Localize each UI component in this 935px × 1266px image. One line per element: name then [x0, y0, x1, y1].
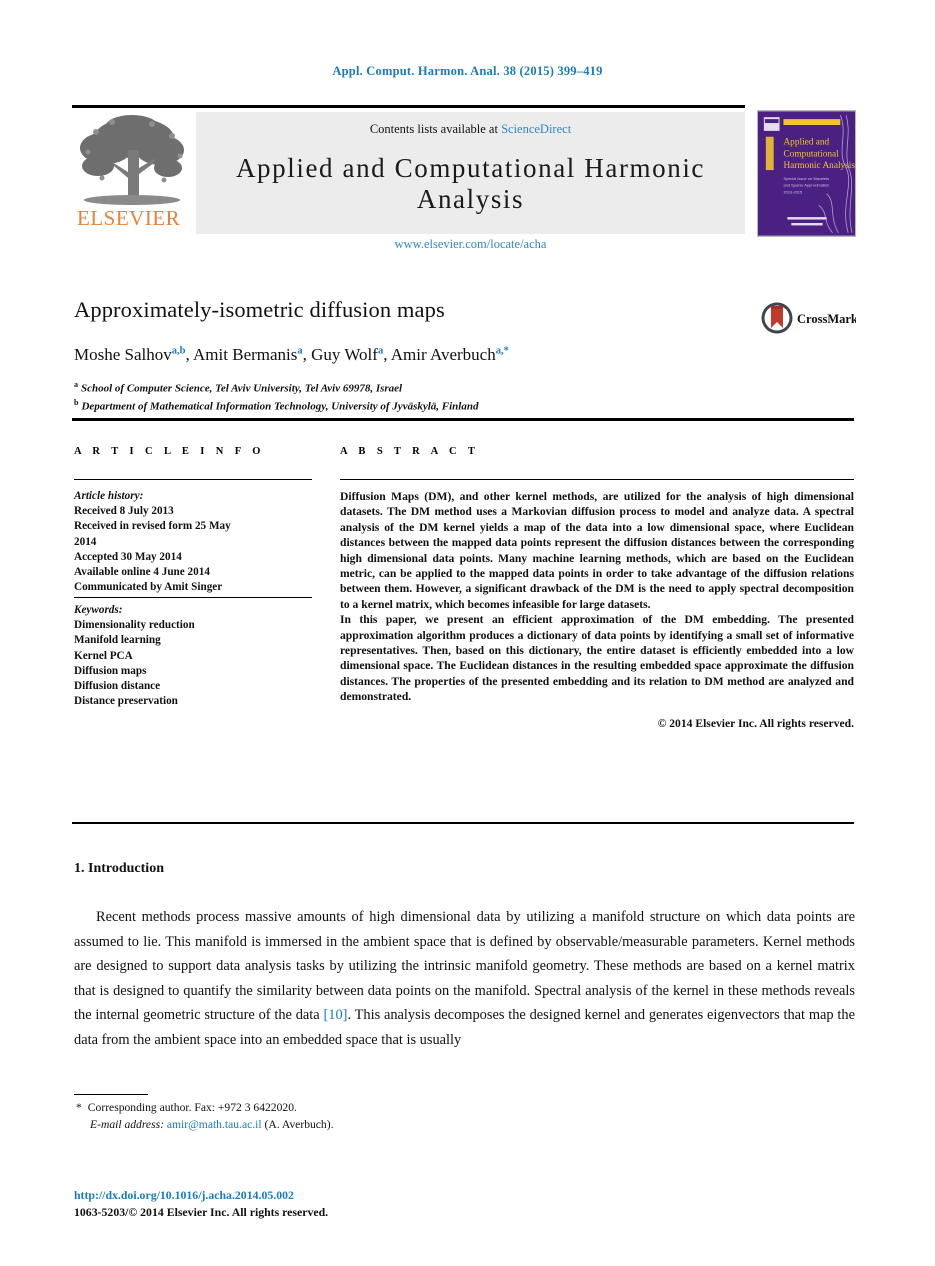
contents-prefix: Contents lists available at: [369, 122, 498, 136]
svg-text:Applied and: Applied and: [783, 138, 829, 148]
article-history-item-1: Received in revised form 25 May: [74, 520, 231, 533]
author-list: Moshe Salhova,b, Amit Bermanisa, Guy Wol…: [74, 345, 509, 364]
corresponding-author-text: Corresponding author. Fax: +972 3 642202…: [87, 1101, 297, 1114]
svg-text:Computational: Computational: [783, 149, 839, 159]
cover-artwork: Applied and Computational Harmonic Analy…: [758, 111, 855, 236]
info-section-top-rule: [72, 418, 854, 421]
article-history-block: Article history: Received 8 July 2013 Re…: [74, 489, 312, 595]
footnote-rule: [74, 1094, 148, 1095]
elsevier-tree-icon: [80, 115, 184, 205]
author-marks-1[interactable]: a: [297, 345, 302, 356]
svg-text:Special Issue on Wavelets: Special Issue on Wavelets: [783, 176, 829, 181]
abstract-heading: A B S T R A C T: [340, 446, 480, 457]
author-name-3: Amir Averbuch: [390, 345, 496, 364]
affiliation-1: b Department of Mathematical Information …: [74, 396, 854, 414]
abstract-body: Diffusion Maps (DM), and other kernel me…: [340, 489, 854, 731]
article-info-heading: A R T I C L E I N F O: [74, 446, 265, 457]
citation-link-10[interactable]: [10]: [323, 1007, 347, 1023]
keyword-item-5[interactable]: Distance preservation: [74, 694, 312, 709]
svg-text:CrossMark: CrossMark: [797, 312, 856, 326]
affiliation-text-1: Department of Mathematical Information T…: [81, 400, 479, 413]
author-marks-0[interactable]: a,b: [172, 345, 186, 356]
issn-copyright-line: 1063-5203/© 2014 Elsevier Inc. All right…: [74, 1205, 329, 1219]
author-name-0: Moshe Salhov: [74, 345, 172, 364]
journal-masthead-band: Contents lists available at ScienceDirec…: [196, 112, 745, 251]
paper-page: Appl. Comput. Harmon. Anal. 38 (2015) 39…: [0, 0, 935, 1266]
journal-cover-thumbnail[interactable]: Applied and Computational Harmonic Analy…: [757, 110, 856, 237]
article-info-rule: [74, 479, 312, 480]
footnote-star-marker: *: [76, 1101, 82, 1114]
affiliation-list: a School of Computer Science, Tel Aviv Un…: [74, 378, 854, 414]
sciencedirect-link[interactable]: ScienceDirect: [501, 122, 571, 136]
svg-text:and Sparse Approximation: and Sparse Approximation: [783, 183, 829, 188]
article-history-label: Article history:: [74, 490, 144, 502]
affiliation-mark-0: a: [74, 380, 78, 389]
affiliation-text-0: School of Computer Science, Tel Aviv Uni…: [81, 382, 403, 395]
contents-lists-line: Contents lists available at ScienceDirec…: [196, 112, 745, 137]
keyword-item-2[interactable]: Kernel PCA: [74, 649, 312, 664]
elsevier-logo: ELSEVIER: [76, 112, 188, 234]
author-marks-2[interactable]: a: [378, 345, 383, 356]
elsevier-wordmark: ELSEVIER: [77, 206, 181, 230]
article-history-item-0: Received 8 July 2013: [74, 505, 174, 518]
keywords-label: Keywords:: [74, 604, 123, 616]
abstract-paragraph-1: In this paper, we present an efficient a…: [340, 613, 854, 704]
keyword-item-3[interactable]: Diffusion maps: [74, 664, 312, 679]
keywords-block: Keywords: Dimensionality reduction Manif…: [74, 603, 312, 709]
abstract-copyright: © 2014 Elsevier Inc. All rights reserved…: [657, 716, 854, 730]
author-name-1: Amit Bermanis: [193, 345, 298, 364]
email-link[interactable]: amir@math.tau.ac.il: [167, 1118, 262, 1131]
svg-text:Harmonic Analysis: Harmonic Analysis: [783, 161, 855, 171]
keyword-item-0[interactable]: Dimensionality reduction: [74, 618, 312, 633]
svg-text:2013-2015: 2013-2015: [783, 190, 803, 195]
author-name-2: Guy Wolf: [311, 345, 378, 364]
running-head: Appl. Comput. Harmon. Anal. 38 (2015) 39…: [332, 64, 603, 78]
journal-title: Applied and Computational Harmonic Analy…: [235, 153, 706, 214]
email-suffix: (A. Averbuch).: [264, 1117, 334, 1131]
article-history-item-4: Available online 4 June 2014: [74, 566, 210, 579]
abstract-bottom-rule: [72, 822, 854, 824]
article-history-item-5: Communicated by Amit Singer: [74, 581, 223, 594]
introduction-paragraph: Recent methods process massive amounts o…: [74, 905, 855, 1053]
keyword-item-4[interactable]: Diffusion distance: [74, 679, 312, 694]
masthead-top-rule: [72, 105, 745, 108]
author-marks-3[interactable]: a,*: [496, 345, 509, 356]
crossmark-icon: CrossMark: [761, 302, 858, 334]
keywords-rule: [74, 597, 312, 598]
article-history-item-2: 2014: [74, 535, 97, 548]
email-label: E-mail address:: [90, 1117, 164, 1131]
email-note: E-mail address: amir@math.tau.ac.il (A. …: [76, 1117, 676, 1134]
crossmark-badge[interactable]: CrossMark: [760, 300, 858, 336]
corresponding-author-note: * Corresponding author. Fax: +972 3 64220…: [76, 1100, 676, 1117]
abstract-rule: [340, 479, 854, 480]
abstract-paragraph-0: Diffusion Maps (DM), and other kernel me…: [340, 490, 854, 611]
section-heading-introduction: 1. Introduction: [74, 861, 164, 876]
affiliation-mark-1: b: [74, 398, 79, 408]
affiliation-0: a School of Computer Science, Tel Aviv Un…: [74, 378, 854, 396]
journal-url-link[interactable]: www.elsevier.com/locate/acha: [196, 237, 745, 252]
doi-link[interactable]: http://dx.doi.org/10.1016/j.acha.2014.05…: [74, 1188, 294, 1203]
page-title: Approximately-isometric diffusion maps: [74, 297, 445, 322]
keyword-item-1[interactable]: Manifold learning: [74, 633, 312, 648]
footnote-block: * Corresponding author. Fax: +972 3 64220…: [76, 1100, 676, 1133]
article-history-item-3: Accepted 30 May 2014: [74, 550, 182, 563]
